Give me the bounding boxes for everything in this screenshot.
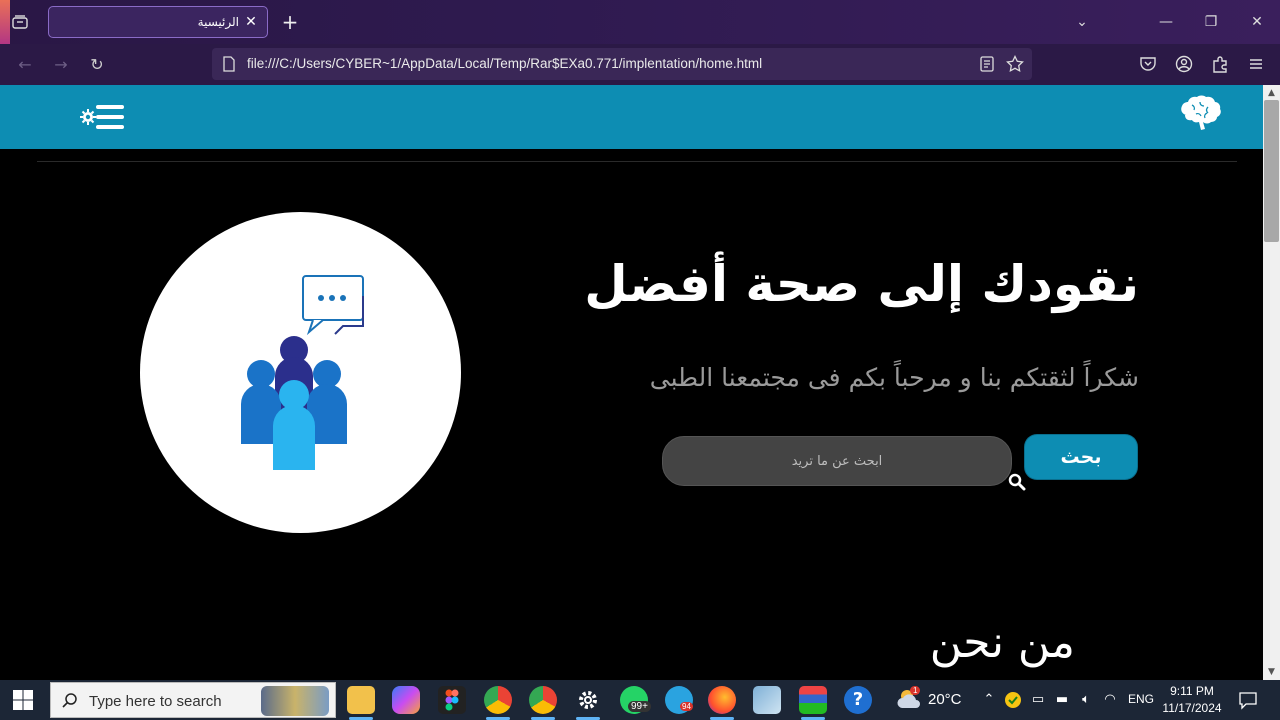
- url-text[interactable]: file:///C:/Users/CYBER~1/AppData/Local/T…: [247, 56, 762, 71]
- app-icon[interactable]: [799, 686, 827, 714]
- chrome-icon[interactable]: [529, 686, 557, 714]
- reader-view-icon[interactable]: [978, 55, 996, 73]
- search-icon: [62, 693, 77, 708]
- clock-time: 9:11 PM: [1170, 684, 1214, 698]
- copilot-icon[interactable]: [392, 686, 420, 714]
- norton-icon[interactable]: [1004, 691, 1022, 709]
- reload-icon[interactable]: ↻: [86, 54, 108, 76]
- figma-icon[interactable]: [438, 686, 466, 714]
- web-page: نقودك إلى صحة أفضل شكراً لثقتكم بنا و مر…: [0, 85, 1263, 680]
- address-bar[interactable]: file:///C:/Users/CYBER~1/AppData/Local/T…: [212, 48, 1032, 80]
- wifi-icon[interactable]: ◠: [1101, 691, 1119, 709]
- windows-taskbar: Type here to search 99+ 94 ? 1 20°C ⌃ ▭ …: [0, 680, 1280, 720]
- notification-icon[interactable]: [1238, 690, 1258, 710]
- browser-tab-strip: الرئيسية ✕ + ⌄ — ❐ ✕: [0, 0, 1280, 44]
- bookmark-star-icon[interactable]: [1006, 55, 1024, 73]
- back-icon[interactable]: ←: [14, 54, 36, 76]
- search-button[interactable]: بحث: [1025, 435, 1137, 479]
- close-window-icon[interactable]: ✕: [1247, 12, 1267, 32]
- volume-icon[interactable]: 🔈︎: [1077, 691, 1095, 709]
- file-icon: [223, 56, 235, 72]
- chevron-up-icon[interactable]: ⌃: [980, 691, 998, 709]
- language-indicator[interactable]: ENG: [1128, 692, 1154, 706]
- hero-title: نقودك إلى صحة أفضل: [584, 255, 1139, 313]
- device-icon[interactable]: ▭: [1029, 691, 1047, 709]
- site-header: [0, 85, 1263, 149]
- firefox-icon[interactable]: [708, 686, 736, 714]
- forward-icon[interactable]: →: [50, 54, 72, 76]
- whatsapp-badge: 99+: [628, 701, 651, 712]
- search-highlight-image: [261, 686, 329, 716]
- notepad-icon[interactable]: [753, 686, 781, 714]
- help-icon[interactable]: ?: [844, 686, 872, 714]
- settings-gear-icon[interactable]: [574, 686, 602, 714]
- pocket-icon[interactable]: [1138, 54, 1158, 74]
- battery-icon[interactable]: ▬: [1053, 691, 1071, 709]
- account-icon[interactable]: [1174, 54, 1194, 74]
- clock-date: 11/17/2024: [1162, 701, 1222, 715]
- file-explorer-icon[interactable]: [347, 686, 375, 714]
- tab-list-icon[interactable]: [10, 12, 30, 32]
- chrome-profile-icon[interactable]: [484, 686, 512, 714]
- telegram-badge: 94: [680, 702, 693, 711]
- chevron-down-icon[interactable]: ⌄: [1072, 12, 1092, 32]
- restore-icon[interactable]: ❐: [1201, 12, 1221, 32]
- search-icon[interactable]: [1008, 473, 1026, 491]
- menu-icon[interactable]: [1246, 54, 1266, 74]
- extensions-icon[interactable]: [1210, 54, 1230, 74]
- close-tab-icon[interactable]: ✕: [243, 14, 259, 30]
- scroll-down-icon[interactable]: ▼: [1265, 666, 1278, 678]
- community-chat-illustration: [241, 275, 364, 470]
- new-tab-icon[interactable]: +: [280, 12, 300, 32]
- minimize-icon[interactable]: —: [1156, 12, 1176, 32]
- clock[interactable]: 9:11 PM 11/17/2024: [1160, 683, 1224, 717]
- taskbar-search-box[interactable]: Type here to search: [50, 682, 336, 718]
- scroll-up-icon[interactable]: ▲: [1265, 87, 1278, 99]
- settings-menu-icon[interactable]: [80, 103, 126, 131]
- window-edge: [0, 0, 10, 44]
- about-heading: من نحن: [929, 617, 1075, 668]
- hero-image-circle: [140, 212, 461, 533]
- brain-logo-icon[interactable]: [1178, 93, 1222, 133]
- scrollbar-thumb[interactable]: [1264, 100, 1279, 242]
- hero-subtitle: شكراً لثقتكم بنا و مرحباً بكم فى مجتمعنا…: [649, 363, 1139, 392]
- search-placeholder: Type here to search: [89, 693, 222, 710]
- windows-start-icon[interactable]: [12, 689, 34, 711]
- temperature[interactable]: 20°C: [928, 691, 962, 708]
- search-input[interactable]: [662, 436, 1012, 486]
- tab-title: الرئيسية: [197, 15, 239, 29]
- active-tab[interactable]: الرئيسية ✕: [48, 6, 268, 38]
- header-divider: [37, 161, 1237, 162]
